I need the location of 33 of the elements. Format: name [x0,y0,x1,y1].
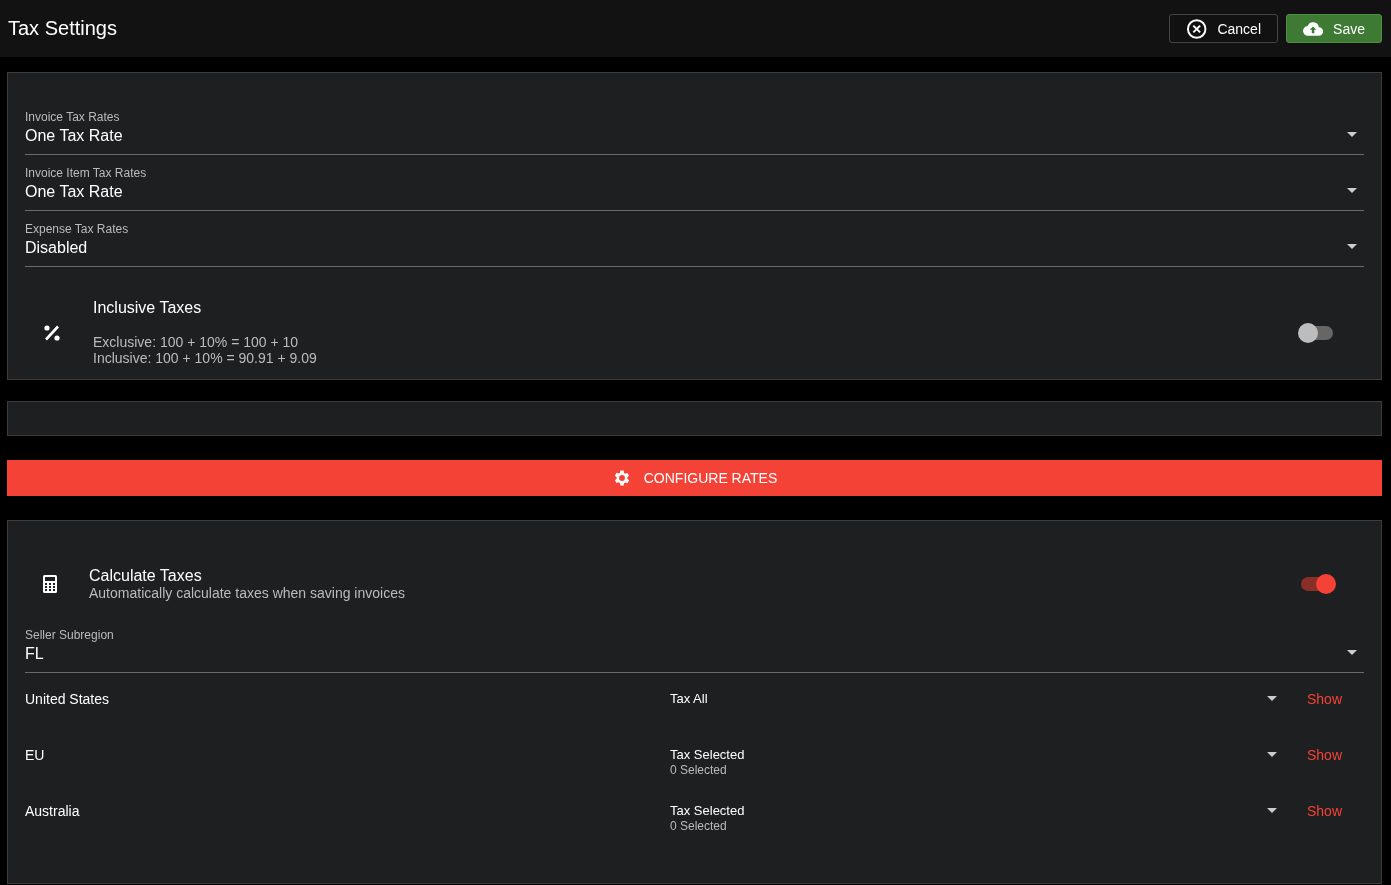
caret-icon [1347,132,1357,137]
page-title: Tax Settings [8,17,117,40]
calculator-icon [43,575,57,593]
region-name: EU [25,747,46,763]
show-link[interactable]: Show [1307,803,1347,819]
caret-icon [1347,188,1357,193]
calculate-taxes-title: Calculate Taxes [89,567,203,585]
example-text: Inclusive: 100 + 10% = 90.91 + 9.09 [93,350,318,366]
show-link[interactable]: Show [1307,691,1347,707]
close-icon [1186,17,1208,40]
select-field[interactable]: Invoice Tax Rates One Tax Rate [25,99,1364,155]
caret-icon [1347,244,1357,249]
percent-icon [43,323,61,342]
tax-option-select[interactable]: Tax All [670,691,1307,706]
save-button[interactable]: Save [1286,14,1382,43]
show-link[interactable]: Show [1307,747,1347,763]
caret-icon [1267,752,1277,757]
caret-icon [1267,696,1277,701]
configure-rates-button[interactable]: CONFIGURE RATES [7,460,1382,496]
caret-icon [1347,650,1357,655]
tax-option-select[interactable]: Tax Selected 0 Selected [670,803,1307,833]
region-name: United States [25,691,111,707]
region-name: Australia [25,803,81,819]
select-field[interactable]: Seller Subregion FL [25,617,1364,673]
select-field[interactable]: Expense Tax Rates Disabled [25,211,1364,267]
tax-option-select[interactable]: Tax Selected 0 Selected [670,747,1307,777]
calculate-taxes-description: Automatically calculate taxes when saving invoices [89,585,406,601]
inclusive-taxes-title: Inclusive Taxes [93,299,203,317]
cloud-upload-icon [1303,19,1324,38]
cancel-button[interactable]: Cancel [1169,14,1278,43]
caret-icon [1267,808,1277,813]
example-text: Exclusive: 100 + 10% = 100 + 10 [93,334,300,350]
select-field[interactable]: Invoice Item Tax Rates One Tax Rate [25,155,1364,211]
